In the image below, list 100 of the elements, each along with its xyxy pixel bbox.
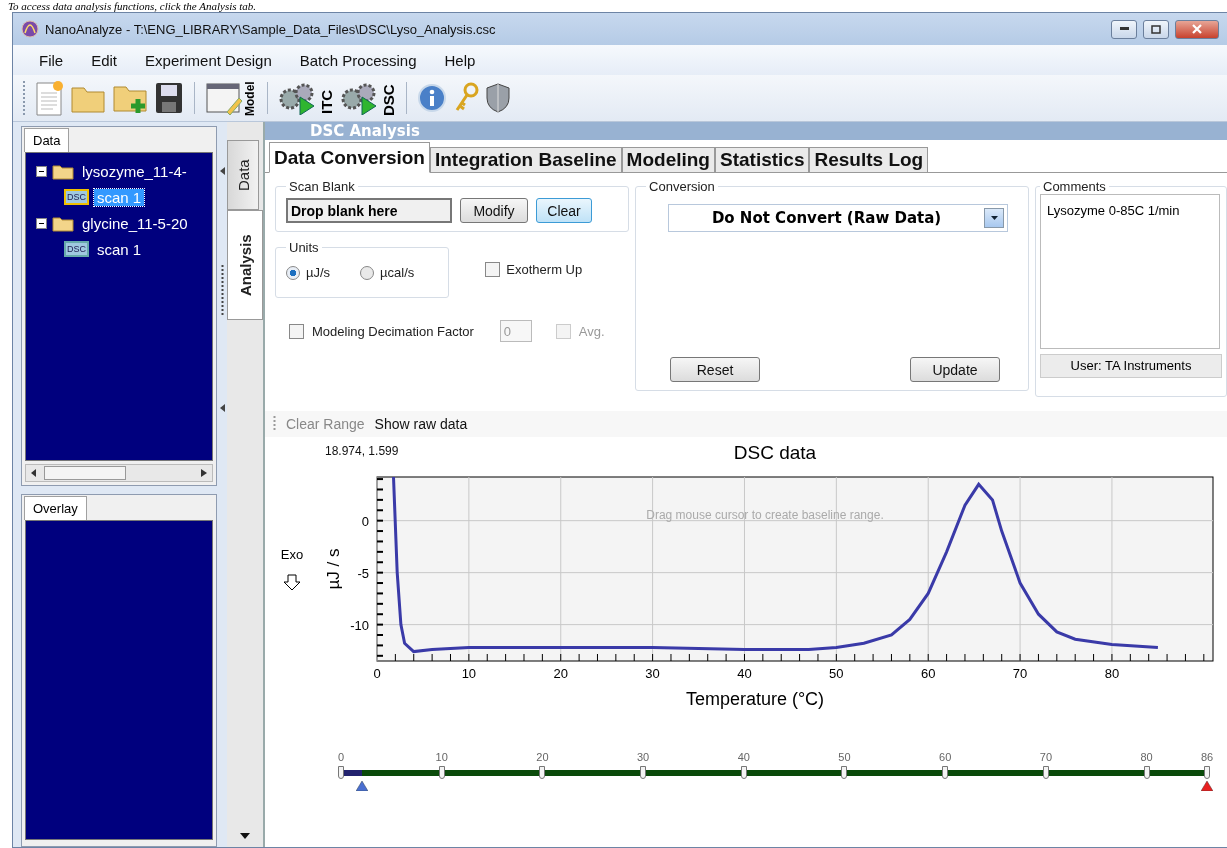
- x-tick-label: 60: [920, 666, 936, 681]
- minimize-button[interactable]: [1111, 19, 1137, 39]
- collapse-arrow-icon[interactable]: [219, 166, 225, 175]
- maximize-icon: [1151, 24, 1161, 34]
- panel-tab[interactable]: Overlay: [24, 496, 87, 520]
- radio-button[interactable]: [360, 265, 375, 280]
- minimize-icon: [1119, 27, 1129, 31]
- group-title: Scan Blank: [288, 179, 356, 194]
- group-button[interactable]: Modify: [460, 198, 528, 223]
- range-tick-label: 86: [1200, 751, 1214, 763]
- itc-tool[interactable]: ITC: [278, 78, 334, 118]
- range-tick-label: 70: [1039, 751, 1053, 763]
- menu-item[interactable]: Batch Processing: [287, 49, 429, 71]
- dsc-file-icon: DSC: [64, 241, 89, 257]
- folder-icon: [52, 214, 74, 232]
- x-tick-label: 50: [829, 666, 844, 681]
- checkbox[interactable]: [555, 323, 571, 339]
- range-end-handle[interactable]: [1201, 781, 1213, 791]
- close-button[interactable]: [1175, 19, 1219, 39]
- x-tick-label: 80: [1104, 666, 1120, 681]
- collapse-toggle[interactable]: [36, 165, 47, 177]
- checkbox-label: Avg.: [578, 323, 605, 339]
- x-tick-label: 10: [461, 666, 477, 681]
- dsc-file-icon: DSC: [64, 189, 89, 205]
- down-arrow-icon[interactable]: [240, 833, 250, 839]
- model-tool[interactable]: Model: [205, 78, 257, 118]
- dropdown-caret-icon: [990, 216, 998, 220]
- model-label: Model: [243, 81, 257, 116]
- user-label: User: TA Instruments: [1040, 354, 1222, 378]
- tree-item[interactable]: lysozyme_11-4-: [79, 162, 190, 180]
- group-button[interactable]: Clear: [536, 198, 592, 223]
- dsc-label: DSC: [380, 84, 396, 116]
- chart-title: DSC data: [733, 442, 817, 463]
- radio-button[interactable]: [286, 265, 300, 280]
- app-logo-icon: [21, 20, 39, 38]
- side-tab[interactable]: Data: [227, 140, 259, 210]
- group-title: Units: [288, 240, 320, 255]
- group-title: Comments: [1042, 179, 1107, 194]
- y-axis-label: µJ / s: [324, 548, 343, 590]
- range-tick-label: 50: [838, 751, 851, 763]
- right-arrow-icon[interactable]: [201, 469, 207, 477]
- toolstrip-grip-icon: [273, 416, 276, 432]
- collapse-arrow-icon[interactable]: [219, 404, 225, 413]
- range-tick-label: 20: [536, 751, 549, 763]
- side-tab[interactable]: Analysis: [227, 210, 263, 320]
- horizontal-scrollbar[interactable]: [25, 464, 213, 482]
- y-tick-label: -5: [357, 565, 369, 581]
- group-button[interactable]: Reset: [670, 357, 761, 382]
- checkbox[interactable]: [485, 262, 501, 277]
- range-tick-label: 30: [636, 751, 650, 763]
- tab[interactable]: Statistics: [715, 147, 810, 173]
- blank-drop-field[interactable]: Drop blank here: [286, 198, 452, 223]
- range-tick-label: 60: [939, 751, 952, 763]
- radio-label: µJ/s: [306, 265, 331, 280]
- caption-text: To access data analysis functions, click the Analysis tab.: [7, 0, 258, 12]
- panel-tab[interactable]: Data: [24, 128, 70, 152]
- x-tick-label: 70: [1012, 666, 1028, 681]
- close-icon: [1192, 24, 1202, 34]
- group-title: Conversion: [648, 179, 716, 194]
- y-tick-label: -10: [350, 617, 369, 633]
- checkbox-label: Modeling Decimation Factor: [312, 323, 474, 339]
- section-header: DSC Analysis: [265, 122, 1227, 140]
- toolstrip-button[interactable]: Show raw data: [374, 416, 468, 432]
- checkbox[interactable]: [289, 323, 304, 339]
- x-tick-label: 30: [645, 666, 660, 681]
- tree-item[interactable]: glycine_11-5-20: [79, 214, 191, 232]
- window-pencil-icon: [205, 80, 243, 116]
- itc-label: ITC: [318, 89, 334, 114]
- splitter-grip-icon[interactable]: [220, 264, 224, 315]
- group-button[interactable]: Update: [910, 357, 1000, 382]
- y-tick-label: 0: [361, 513, 369, 529]
- down-arrow-icon: [283, 574, 301, 591]
- range-tick-label: 40: [737, 751, 750, 763]
- tree-item[interactable]: scan 1: [94, 240, 145, 258]
- menu-item[interactable]: Help: [432, 49, 488, 71]
- range-tick-label: 0: [337, 751, 345, 763]
- tab[interactable]: Modeling: [621, 147, 715, 173]
- checkbox-label: Exotherm Up: [506, 262, 583, 277]
- tab[interactable]: Integration Baseline: [430, 147, 622, 173]
- exo-label: Exo: [280, 547, 304, 562]
- dsc-tool[interactable]: DSC: [340, 78, 396, 118]
- x-axis-label: Temperature (°C): [685, 689, 825, 709]
- conversion-dropdown[interactable]: Do Not Convert (Raw Data): [668, 204, 1009, 232]
- menu-item[interactable]: Experiment Design: [133, 49, 284, 71]
- tab[interactable]: Results Log: [809, 147, 929, 173]
- collapse-toggle[interactable]: [36, 217, 47, 229]
- x-tick-label: 40: [737, 666, 752, 681]
- window-title: NanoAnalyze - T:\ENG_LIBRARY\Sample_Data_Files\DSC\Lyso_Analysis.csc: [45, 21, 497, 37]
- tab[interactable]: Data Conversion: [269, 142, 430, 173]
- x-tick-label: 20: [553, 666, 568, 681]
- maximize-button[interactable]: [1143, 19, 1169, 39]
- menu-item[interactable]: File: [27, 49, 76, 71]
- menu-item[interactable]: Edit: [79, 49, 130, 71]
- baseline-hint: Drag mouse cursor to create baseline range.: [646, 508, 884, 522]
- comments-field[interactable]: Lysozyme 0-85C 1/min: [1040, 194, 1220, 349]
- range-track[interactable]: [341, 770, 1207, 776]
- cursor-readout: 18.974, 1.599: [325, 444, 399, 458]
- range-start-handle[interactable]: [355, 781, 368, 791]
- left-arrow-icon[interactable]: [31, 469, 37, 477]
- folder-icon: [52, 162, 74, 180]
